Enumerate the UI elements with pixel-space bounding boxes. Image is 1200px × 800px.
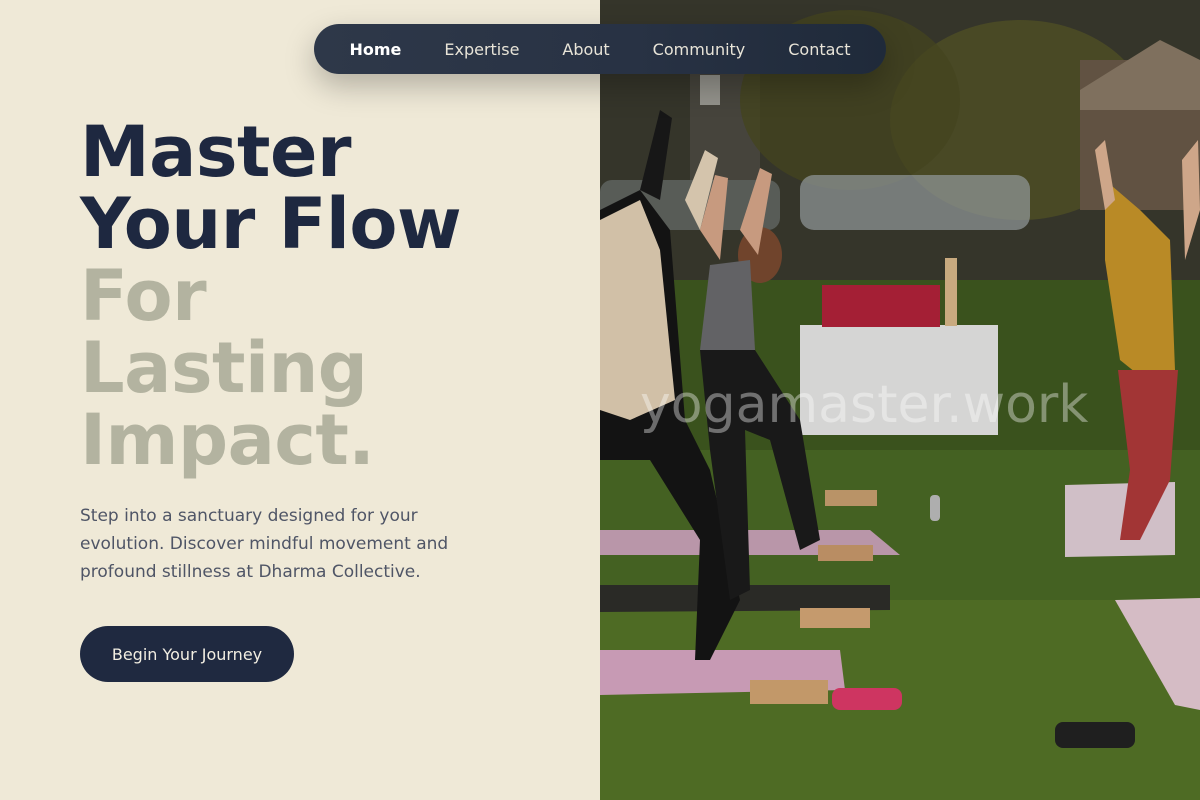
hero-yoga-photo: [600, 0, 1200, 800]
hero-headline: Master Your Flow For Lasting Impact.: [80, 111, 462, 481]
main-navigation: Home Expertise About Community Contact: [314, 24, 886, 74]
nav-item-about[interactable]: About: [552, 34, 619, 65]
headline-line-impact: Impact.: [80, 399, 375, 481]
headline-line-for: For: [80, 255, 207, 337]
nav-item-community[interactable]: Community: [643, 34, 756, 65]
headline-line-master: Master: [80, 111, 352, 193]
begin-journey-button[interactable]: Begin Your Journey: [80, 626, 294, 682]
nav-item-expertise[interactable]: Expertise: [434, 34, 529, 65]
headline-line-your-flow: Your Flow: [80, 183, 462, 265]
nav-item-home[interactable]: Home: [339, 34, 411, 65]
nav-item-contact[interactable]: Contact: [778, 34, 860, 65]
headline-line-lasting: Lasting: [80, 327, 368, 409]
hero-subtext: Step into a sanctuary designed for your …: [80, 506, 449, 582]
